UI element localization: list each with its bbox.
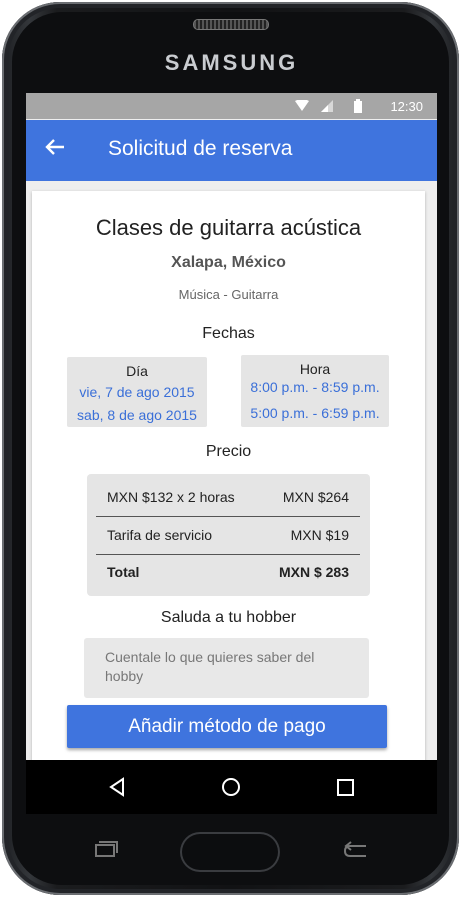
add-payment-button[interactable]: Añadir método de pago — [67, 705, 387, 748]
wifi-icon — [295, 100, 309, 111]
price-row-value: MXN $264 — [282, 489, 349, 505]
price-row: Tarifa de servicio MXN $19 — [107, 527, 349, 543]
price-row-label: MXN $132 x 2 horas — [107, 489, 235, 505]
listing-category: Música - Guitarra — [178, 287, 279, 302]
nav-home-button[interactable] — [216, 772, 246, 802]
triangle-back-icon — [109, 777, 124, 797]
price-breakdown: MXN $132 x 2 horas MXN $264 Tarifa de se… — [87, 474, 370, 596]
date-link[interactable]: sab, 8 de ago 2015 — [67, 407, 207, 423]
back-hardware-key[interactable] — [342, 840, 370, 866]
message-heading: Saluda a tu hobber — [160, 609, 297, 626]
dia-label: Día — [126, 363, 148, 379]
square-recents-icon — [337, 779, 354, 796]
system-nav-bar — [26, 760, 437, 814]
price-row-label: Tarifa de servicio — [107, 527, 213, 543]
battery-icon — [354, 99, 362, 113]
home-hardware-key[interactable] — [180, 832, 280, 872]
date-link[interactable]: vie, 7 de ago 2015 — [67, 384, 207, 400]
device-brand: SAMSUNG — [164, 50, 299, 75]
listing-location: Xalapa, México — [171, 254, 286, 271]
divider — [96, 554, 360, 555]
recents-key-icon — [95, 841, 118, 857]
hora-label: Hora — [299, 361, 331, 377]
price-total-label: Total — [107, 564, 140, 580]
listing-title: Clases de guitarra acústica — [95, 215, 362, 240]
reservation-card: Clases de guitarra acústica Xalapa, Méxi… — [32, 191, 425, 760]
precio-heading: Precio — [205, 443, 252, 460]
time-link[interactable]: 5:00 p.m. - 6:59 p.m. — [241, 405, 389, 421]
page-title: Solicitud de reserva — [108, 137, 293, 160]
divider — [96, 516, 360, 517]
fechas-heading: Fechas — [202, 325, 255, 342]
message-placeholder: Cuentale lo que quieres saber del hobby — [105, 649, 315, 684]
back-button[interactable] — [44, 135, 66, 163]
dates-box: Día vie, 7 de ago 2015 sab, 8 de ago 201… — [67, 357, 207, 427]
times-box: Hora 8:00 p.m. - 8:59 p.m. 5:00 p.m. - 6… — [241, 355, 389, 427]
signal-icon — [321, 100, 333, 112]
time-link[interactable]: 8:00 p.m. - 8:59 p.m. — [241, 379, 389, 395]
nav-back-button[interactable] — [102, 772, 132, 802]
app-bar: Solicitud de reserva — [26, 120, 437, 181]
back-key-icon — [343, 841, 366, 857]
price-row-value: MXN $19 — [290, 527, 349, 543]
message-input[interactable]: Cuentale lo que quieres saber del hobby — [84, 638, 369, 698]
nav-recents-button[interactable] — [330, 772, 360, 802]
status-time: 12:30 — [390, 99, 423, 114]
status-bar: 12:30 — [26, 93, 437, 119]
earpiece-speaker — [193, 19, 269, 30]
price-total-value: MXN $ 283 — [278, 564, 349, 580]
circle-home-icon — [222, 778, 240, 796]
price-row: MXN $132 x 2 horas MXN $264 — [107, 489, 349, 505]
screen: 12:30 Solicitud de reserva Clases de gui… — [26, 93, 437, 760]
recents-hardware-key[interactable] — [92, 840, 120, 866]
price-total-row: Total MXN $ 283 — [107, 564, 349, 580]
arrow-left-icon — [45, 139, 64, 155]
